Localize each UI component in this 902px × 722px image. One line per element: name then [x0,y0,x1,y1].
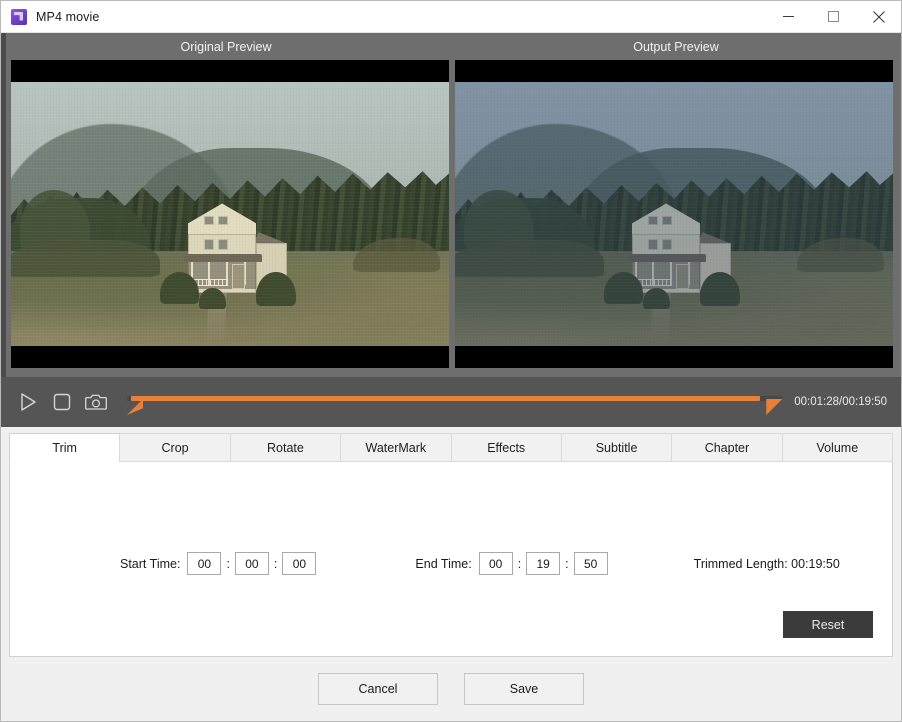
tab-watermark[interactable]: WaterMark [340,433,450,462]
start-minutes-input[interactable] [235,552,269,575]
window-controls [766,1,901,33]
play-icon[interactable] [11,385,45,419]
start-sep-1: : [226,557,229,571]
maximize-icon[interactable] [811,1,856,33]
preview-area: Original Preview Output Preview [1,33,901,377]
camera-icon[interactable] [79,385,113,419]
trimmed-length-label: Trimmed Length: 00:19:50 [694,557,840,571]
reset-button[interactable]: Reset [783,611,873,638]
original-preview-pane[interactable] [11,60,449,368]
letterbox-bottom-output [455,346,893,368]
output-video-frame [455,82,893,346]
trim-end-handle[interactable] [766,399,782,415]
end-time-label: End Time: [415,557,471,571]
tab-effects[interactable]: Effects [451,433,561,462]
minimize-icon[interactable] [766,1,811,33]
stop-icon[interactable] [45,385,79,419]
save-button[interactable]: Save [464,673,584,705]
output-preview-label: Output Preview [451,33,901,60]
end-seconds-input[interactable] [574,552,608,575]
tab-crop[interactable]: Crop [119,433,229,462]
start-time-label: Start Time: [120,557,180,571]
mp4-app-icon [11,9,27,25]
start-seconds-input[interactable] [282,552,316,575]
original-video-frame [11,82,449,346]
tab-volume[interactable]: Volume [782,433,893,462]
tabs-host: Trim Crop Rotate WaterMark Effects Subti… [1,427,901,462]
letterbox-top-output [455,60,893,82]
tab-rotate[interactable]: Rotate [230,433,340,462]
trim-start-handle[interactable] [127,399,143,415]
end-sep-1: : [518,557,521,571]
trim-fields-row: Start Time: : : End Time: : : Trimmed Le… [10,552,892,575]
start-sep-2: : [274,557,277,571]
editor-tabs: Trim Crop Rotate WaterMark Effects Subti… [9,433,893,462]
timecode-display: 00:01:28/00:19:50 [794,396,901,408]
tab-trim[interactable]: Trim [9,433,119,463]
window-title: MP4 movie [36,10,99,24]
start-hours-input[interactable] [187,552,221,575]
start-time-group: Start Time: : : [120,552,318,575]
close-icon[interactable] [856,1,901,33]
cancel-button[interactable]: Cancel [318,673,438,705]
tab-chapter[interactable]: Chapter [671,433,781,462]
timeline-slider[interactable] [127,385,782,419]
trim-panel: Start Time: : : End Time: : : Trimmed Le… [9,462,893,657]
mp4-editor-window: MP4 movie Original Preview Output Previe… [0,0,902,722]
letterbox-bottom [11,346,449,368]
title-bar: MP4 movie [1,1,901,33]
timeline-selected-range [131,396,760,401]
left-edge-strip [1,33,6,377]
preview-panes [1,60,901,377]
tab-subtitle[interactable]: Subtitle [561,433,671,462]
original-preview-label: Original Preview [1,33,451,60]
end-time-group: End Time: : : [415,552,609,575]
preview-labels: Original Preview Output Preview [1,33,901,60]
letterbox-top [11,60,449,82]
dialog-footer: Cancel Save [1,657,901,721]
transport-bar: 00:01:28/00:19:50 [1,377,901,427]
end-hours-input[interactable] [479,552,513,575]
end-minutes-input[interactable] [526,552,560,575]
output-preview-pane[interactable] [455,60,893,368]
end-sep-2: : [565,557,568,571]
